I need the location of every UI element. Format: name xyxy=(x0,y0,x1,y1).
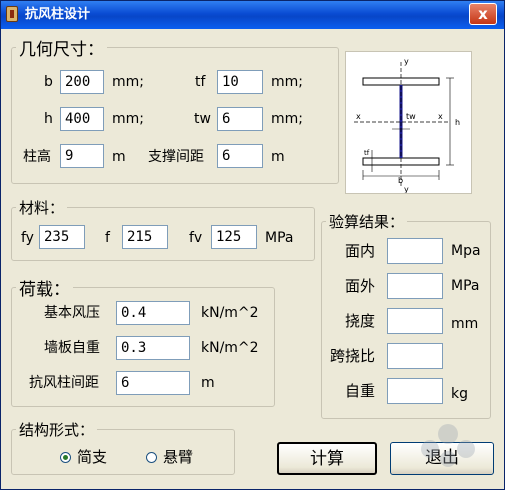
h-input[interactable]: 400 xyxy=(60,107,104,131)
structure-type-group: 结构形式： xyxy=(11,419,235,475)
b-label: b xyxy=(44,74,53,90)
brace-spacing-input[interactable]: 6 xyxy=(217,144,263,168)
tf-unit: mm; xyxy=(271,74,303,90)
fy-input[interactable]: 235 xyxy=(39,225,85,249)
wind-pressure-unit: kN/m^2 xyxy=(201,305,259,321)
column-height-label: 柱高 xyxy=(23,149,51,165)
section-diagram: y y x x tw h b tf xyxy=(345,51,472,194)
watermark-icon xyxy=(421,424,475,467)
y-axis-bottom-label: y xyxy=(404,185,409,193)
fy-label: fy xyxy=(21,230,34,246)
column-spacing-unit: m xyxy=(201,375,215,391)
material-legend: 材料： xyxy=(19,199,65,217)
self-weight-label: 自重 xyxy=(345,382,376,400)
cantilever-radio[interactable] xyxy=(146,452,157,463)
client-area: 几何尺寸： b 200 mm; tf 10 mm; h 400 mm; tw 6… xyxy=(1,29,504,489)
column-height-input[interactable]: 9 xyxy=(60,144,104,168)
geometry-legend: 几何尺寸： xyxy=(19,40,104,60)
out-plane-output xyxy=(387,273,443,299)
calculate-button[interactable]: 计算 xyxy=(277,442,377,475)
self-weight-output xyxy=(387,378,443,404)
deflection-output xyxy=(387,308,443,334)
b-unit: mm; xyxy=(112,74,144,90)
f-input[interactable]: 215 xyxy=(122,225,168,249)
cantilever-label[interactable]: 悬臂 xyxy=(163,448,193,466)
title-bar[interactable]: 抗风柱设计 x xyxy=(1,1,504,29)
wind-pressure-input[interactable]: 0.4 xyxy=(116,301,190,325)
app-icon xyxy=(6,6,18,22)
load-legend: 荷载： xyxy=(19,280,70,300)
h-dim-label: h xyxy=(455,118,460,127)
wall-weight-unit: kN/m^2 xyxy=(201,340,259,356)
main-window: 抗风柱设计 x 几何尺寸： b 200 mm; tf 10 mm; h 400 … xyxy=(0,0,505,490)
wind-pressure-label: 基本风压 xyxy=(44,305,100,321)
x-axis-left-label: x xyxy=(356,112,361,121)
b-dim-label: b xyxy=(398,176,403,185)
b-input[interactable]: 200 xyxy=(60,70,104,94)
fv-label: fv xyxy=(189,230,203,246)
structure-type-legend: 结构形式： xyxy=(19,421,95,439)
tf-input[interactable]: 10 xyxy=(217,70,263,94)
fv-input[interactable]: 125 xyxy=(211,225,257,249)
tw-unit: mm; xyxy=(271,111,303,127)
span-ratio-label: 跨挠比 xyxy=(330,347,376,365)
y-axis-top-label: y xyxy=(404,57,409,66)
in-plane-label: 面内 xyxy=(345,242,376,260)
out-plane-label: 面外 xyxy=(345,277,376,295)
x-axis-right-label: x xyxy=(438,112,443,121)
wall-weight-label: 墙板自重 xyxy=(44,340,100,356)
simple-support-label[interactable]: 简支 xyxy=(77,448,107,466)
f-label: f xyxy=(105,230,110,246)
deflection-label: 挠度 xyxy=(345,312,376,330)
h-label: h xyxy=(44,111,53,127)
in-plane-output xyxy=(387,238,443,264)
brace-spacing-unit: m xyxy=(271,149,285,165)
brace-spacing-label: 支撑间距 xyxy=(148,149,204,165)
i-beam-section-drawing: y y x x tw h b tf xyxy=(354,57,460,193)
tw-dim-label: tw xyxy=(406,112,416,121)
self-weight-unit: kg xyxy=(451,386,468,402)
material-unit: MPa xyxy=(265,230,294,246)
results-legend: 验算结果： xyxy=(329,213,405,231)
out-plane-unit: MPa xyxy=(451,278,480,294)
simple-support-radio[interactable] xyxy=(60,452,71,463)
tf-label: tf xyxy=(195,74,206,90)
window-title: 抗风柱设计 xyxy=(25,7,91,22)
close-button[interactable]: x xyxy=(469,3,497,25)
column-spacing-label: 抗风柱间距 xyxy=(29,375,99,391)
in-plane-unit: Mpa xyxy=(451,243,481,259)
tf-dim-label: tf xyxy=(364,149,370,157)
column-height-unit: m xyxy=(112,149,126,165)
span-ratio-output xyxy=(387,343,443,369)
tw-label: tw xyxy=(194,111,211,127)
deflection-unit: mm xyxy=(451,316,479,332)
h-unit: mm; xyxy=(112,111,144,127)
tw-input[interactable]: 6 xyxy=(217,107,263,131)
wall-weight-input[interactable]: 0.3 xyxy=(116,336,190,360)
column-spacing-input[interactable]: 6 xyxy=(116,371,190,395)
